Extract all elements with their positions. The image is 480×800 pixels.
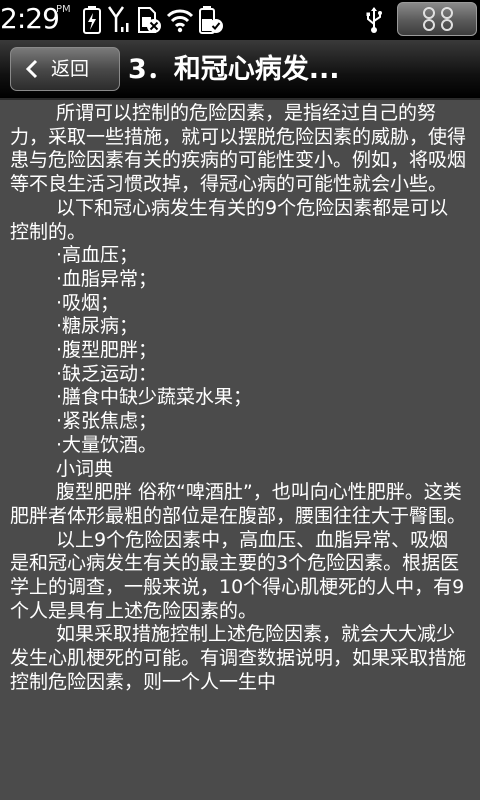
- list-item: ·吸烟；: [56, 291, 120, 314]
- battery-icon: [198, 5, 224, 39]
- signal-icon: [107, 5, 132, 39]
- article-view[interactable]: 所谓可以控制的危险因素，是指经过自己的努力，采取一些措施，就可以摆脱危险因素的威…: [0, 100, 480, 800]
- status-ampm: PM: [56, 4, 71, 15]
- list-item: ·腹型肥胖；: [56, 339, 158, 362]
- reader-screen: 2:29 PM 返回 3．和冠心病发... 所谓可以控制的危险因素，是指经过自己…: [0, 0, 480, 800]
- article-paragraph: 以下和冠心病发生有关的9个危险因素都是可以控制的。: [10, 196, 449, 243]
- menu-icon: [420, 6, 456, 36]
- list-item: ·缺乏运动：: [56, 362, 158, 385]
- list-item: 小词典: [56, 457, 114, 480]
- article-body: 所谓可以控制的危险因素，是指经过自己的努力，采取一些措施，就可以摆脱危险因素的威…: [10, 102, 466, 695]
- status-clock: 2:29: [0, 2, 60, 35]
- sim-off-icon: [136, 5, 162, 39]
- article-paragraph: 以上9个危险因素中，高血压、血脂异常、吸烟是和冠心病发生有关的最主要的3个危险因…: [10, 528, 465, 622]
- usb-icon: [364, 6, 384, 38]
- article-paragraph: 所谓可以控制的危险因素，是指经过自己的努力，采取一些措施，就可以摆脱危险因素的威…: [10, 102, 467, 196]
- back-button[interactable]: 返回: [10, 47, 120, 91]
- list-item: ·血脂异常；: [56, 267, 158, 290]
- title-bar: 返回 3．和冠心病发...: [0, 40, 480, 100]
- status-bar: 2:29 PM: [0, 0, 480, 40]
- list-item: ·膳食中缺少蔬菜水果；: [56, 386, 253, 409]
- list-item: ·大量饮酒。: [56, 433, 158, 456]
- list-item: ·高血压；: [56, 244, 139, 267]
- chevron-left-icon: [25, 59, 39, 83]
- page-title: 3．和冠心病发...: [128, 54, 340, 85]
- menu-button[interactable]: [397, 2, 477, 36]
- wifi-icon: [166, 5, 194, 39]
- list-item: ·糖尿病；: [56, 315, 139, 338]
- article-paragraph: 腹型肥胖 俗称“啤酒肚”，也叫向心性肥胖。这类肥胖者体形最粗的部位是在腹部，腰围…: [10, 481, 467, 527]
- article-paragraph: 如果采取措施控制上述危险因素，就会大大减少发生心肌梗死的可能。有调查数据说明，如…: [10, 623, 467, 693]
- battery-charging-icon: [82, 5, 102, 39]
- list-item: ·紧张焦虑；: [56, 410, 158, 433]
- back-label: 返回: [51, 58, 90, 80]
